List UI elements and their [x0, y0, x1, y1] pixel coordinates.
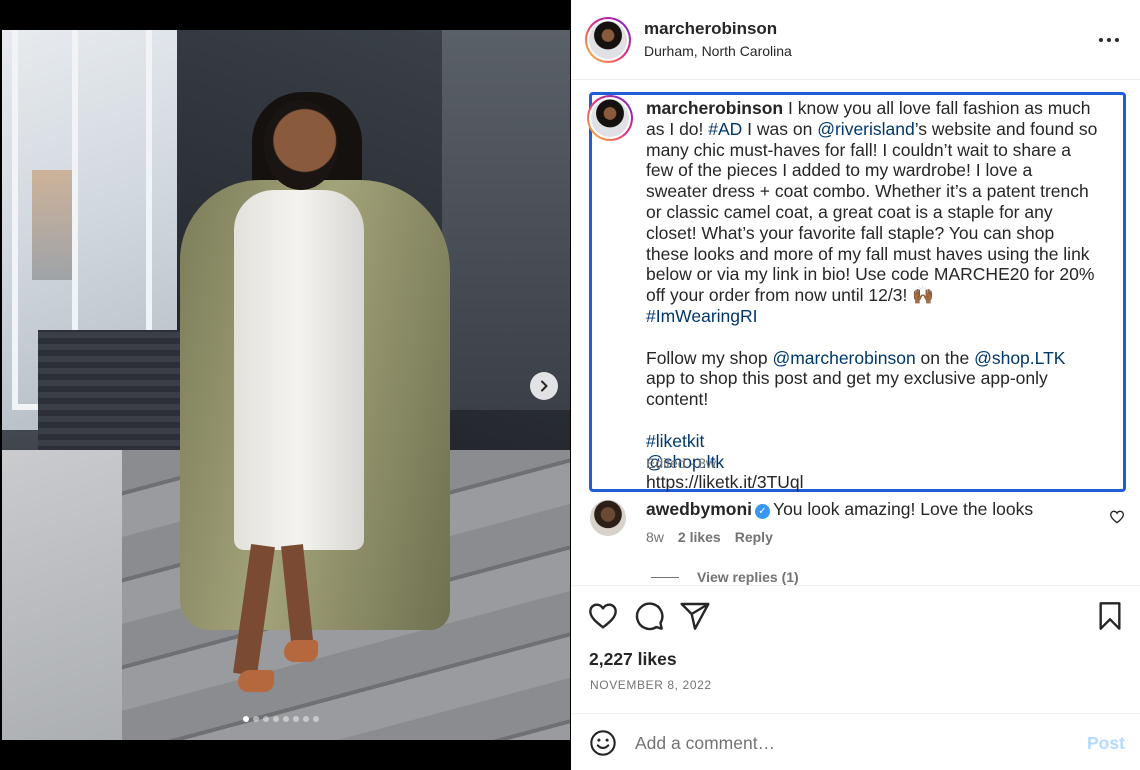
post-comment-button[interactable]: Post: [1087, 733, 1125, 754]
comment: awedbymoni ✓ You look amazing! Love the lo…: [646, 498, 1066, 520]
post-location[interactable]: Durham, North Carolina: [644, 43, 792, 59]
author-username[interactable]: marcherobinson: [644, 19, 777, 39]
hashtag-link[interactable]: #ImWearingRI: [646, 306, 758, 326]
author-avatar[interactable]: [585, 17, 631, 63]
caption-edited-timestamp: Edited · 8w: [646, 455, 717, 471]
comment-bubble-icon[interactable]: [633, 600, 665, 632]
photo-storefront-reflection: [442, 30, 570, 410]
like-count[interactable]: 2,227 likes: [589, 649, 677, 670]
next-image-button[interactable]: [530, 372, 558, 400]
carousel-dot: [263, 716, 269, 722]
mention-link[interactable]: @marcherobinson: [772, 348, 915, 368]
caption-text: on the: [915, 347, 975, 368]
photo-shoe: [238, 670, 274, 692]
heart-icon[interactable]: [587, 600, 619, 632]
carousel-dot: [273, 716, 279, 722]
post-caption: marcherobinson I know you all love fall …: [646, 98, 1098, 493]
avatar-image: [589, 21, 627, 59]
bookmark-icon[interactable]: [1094, 600, 1126, 632]
caption-text: I was on: [742, 118, 818, 139]
avatar-image: [591, 99, 629, 137]
chevron-right-icon: [541, 380, 548, 392]
comment-meta: 8w 2 likes Reply: [646, 529, 773, 545]
media-viewer: [0, 0, 570, 770]
carousel-dot: [303, 716, 309, 722]
mention-link[interactable]: @riverisland: [817, 119, 915, 139]
photo-face: [264, 100, 338, 190]
carousel-dot: [283, 716, 289, 722]
replies-divider: [651, 576, 679, 578]
commenter-avatar[interactable]: [590, 500, 626, 536]
photo-shoe: [284, 640, 318, 662]
caption-username[interactable]: marcherobinson: [646, 98, 783, 118]
commenter-username[interactable]: awedbymoni: [646, 499, 752, 519]
comment-age: 8w: [646, 529, 664, 545]
smiley-icon[interactable]: [589, 729, 617, 757]
carousel-dot: [293, 716, 299, 722]
comment-reply-button[interactable]: Reply: [735, 529, 773, 545]
verified-badge-icon: ✓: [755, 504, 770, 519]
post-date: NOVEMBER 8, 2022: [590, 678, 712, 692]
caption-url[interactable]: https://liketk.it/3TUql: [646, 472, 804, 492]
photo-dress: [234, 190, 364, 550]
paper-plane-icon[interactable]: [679, 600, 711, 632]
add-comment-bar: Post: [571, 713, 1140, 770]
post-actions: 2,227 likes NOVEMBER 8, 2022: [571, 585, 1140, 715]
view-replies-button[interactable]: View replies (1): [651, 569, 799, 585]
carousel-indicator: [243, 716, 319, 722]
hashtag-link[interactable]: #AD: [708, 119, 742, 139]
mention-link[interactable]: @shop.LTK: [974, 348, 1065, 368]
hashtag-link[interactable]: #liketkit: [646, 431, 704, 451]
comments-section[interactable]: marcherobinson I know you all love fall …: [571, 81, 1140, 585]
comment-input[interactable]: [635, 728, 1055, 758]
post-side-panel: marcherobinson Durham, North Carolina ma…: [571, 0, 1140, 770]
caption-text: ’s website and found so many chic must-h…: [646, 118, 1098, 306]
carousel-dot: [243, 716, 249, 722]
caption-author-avatar[interactable]: [587, 95, 633, 141]
view-replies-label: View replies (1): [697, 569, 799, 585]
comment-text: You look amazing! Love the looks: [773, 499, 1034, 519]
carousel-dot: [313, 716, 319, 722]
comment-likes[interactable]: 2 likes: [678, 529, 721, 545]
post-photo[interactable]: [2, 30, 570, 740]
more-horizontal-icon[interactable]: [1097, 28, 1121, 52]
post-header: marcherobinson Durham, North Carolina: [571, 0, 1140, 80]
caption-text: Follow my shop: [646, 347, 768, 368]
comment-like-heart-icon[interactable]: [1109, 509, 1125, 525]
carousel-dot: [253, 716, 259, 722]
